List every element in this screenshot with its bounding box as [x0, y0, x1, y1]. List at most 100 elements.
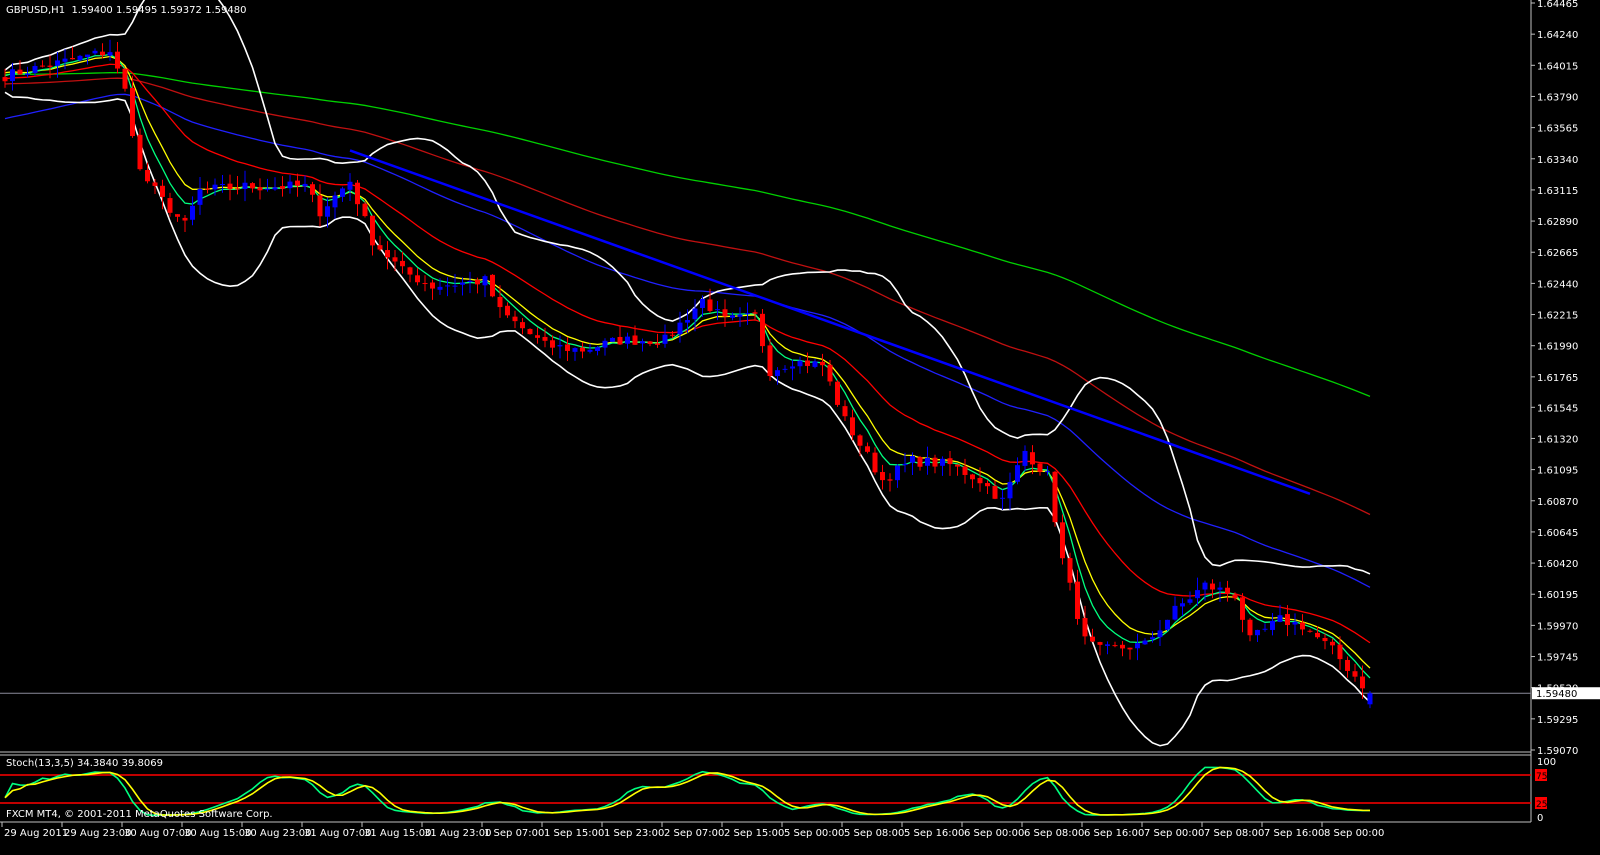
candle — [197, 177, 203, 215]
candle — [1352, 663, 1358, 682]
candle-body — [662, 334, 668, 344]
candle-body — [745, 313, 750, 315]
candle — [790, 359, 795, 381]
candle — [737, 307, 743, 327]
candle — [182, 214, 188, 233]
candle — [970, 473, 975, 489]
candle-body — [205, 188, 210, 190]
candle-body — [497, 296, 503, 308]
candle — [1367, 691, 1373, 709]
candle — [460, 277, 465, 296]
candle-body — [1292, 621, 1298, 625]
candle-body — [1067, 558, 1073, 583]
candle-body — [1247, 619, 1253, 636]
candle-body — [850, 417, 855, 436]
candle — [527, 328, 533, 335]
candle-body — [55, 60, 60, 66]
candle — [377, 235, 383, 252]
candle — [1262, 623, 1268, 632]
candle — [565, 336, 570, 361]
candle-body — [677, 322, 683, 335]
candle — [407, 266, 413, 283]
candle — [1015, 457, 1020, 485]
candle — [880, 464, 885, 490]
candle — [1322, 633, 1328, 650]
candle-body — [1360, 676, 1365, 689]
candle-body — [347, 181, 353, 190]
candle-body — [1270, 620, 1275, 630]
candle — [572, 347, 578, 361]
time-label: 7 Sep 08:00 — [1204, 828, 1264, 839]
candle-body — [1240, 597, 1245, 620]
candle — [1225, 580, 1230, 602]
candle-body — [25, 73, 30, 76]
candle-body — [1090, 636, 1095, 642]
time-label: 7 Sep 16:00 — [1264, 828, 1324, 839]
candle — [610, 337, 615, 342]
candle-body — [250, 183, 255, 189]
candle — [355, 180, 360, 216]
candle-body — [475, 279, 480, 285]
candle-body — [512, 316, 518, 322]
price-tick-label: 1.60870 — [1537, 497, 1578, 508]
candle-body — [295, 180, 300, 186]
candle — [250, 182, 255, 193]
price-chart[interactable]: 1.64465 1.64240 1.64015 1.63790 1.63565 1.633… — [0, 0, 1600, 855]
candle — [1007, 472, 1013, 511]
candle — [865, 442, 870, 454]
candle-body — [925, 457, 930, 466]
candle — [925, 446, 930, 475]
candle-body — [595, 347, 600, 351]
candle — [782, 365, 788, 373]
candle — [362, 201, 368, 218]
candle — [347, 173, 353, 201]
time-label: 31 Aug 23:00 — [424, 828, 491, 839]
candle — [1285, 605, 1290, 637]
stochastic-title: Stoch(13,3,5) 34.3840 39.8069 — [6, 758, 163, 769]
candle-body — [520, 322, 525, 329]
candle-body — [332, 195, 338, 208]
price-tick-label: 1.62890 — [1537, 217, 1578, 228]
candle — [520, 318, 525, 335]
candle-body — [767, 345, 773, 377]
price-tick-label: 1.64465 — [1537, 0, 1578, 10]
candle-body — [587, 349, 593, 352]
candle-body — [940, 458, 945, 466]
candle — [235, 175, 240, 195]
candle-body — [362, 203, 368, 217]
candle-body — [85, 54, 90, 57]
candle — [1037, 462, 1043, 476]
candle — [655, 333, 660, 348]
candle — [1180, 598, 1185, 617]
candle-body — [917, 457, 923, 467]
candle-body — [17, 69, 23, 75]
candle — [580, 342, 585, 359]
candle-body — [467, 280, 473, 282]
candle — [302, 175, 308, 192]
candle — [1097, 641, 1103, 656]
price-tick-label: 1.63115 — [1537, 186, 1578, 197]
price-tick-label: 1.59070 — [1537, 746, 1578, 757]
candle-body — [1112, 645, 1118, 647]
candle-body — [985, 483, 990, 487]
candle-body — [287, 181, 293, 189]
price-tick-label: 1.64015 — [1537, 61, 1578, 72]
candle — [1120, 640, 1125, 657]
candle-body — [1322, 637, 1328, 642]
candle — [625, 332, 630, 349]
time-label: 30 Aug 15:00 — [184, 828, 251, 839]
candle — [272, 177, 278, 191]
candle-body — [580, 347, 585, 352]
candle-body — [1165, 619, 1170, 630]
moving-average-line — [4, 53, 1371, 679]
time-label: 30 Aug 23:00 — [244, 828, 311, 839]
candle-body — [655, 343, 660, 345]
candle-body — [835, 381, 840, 405]
candle-body — [1157, 630, 1163, 638]
candle — [415, 268, 420, 286]
candle-body — [1195, 590, 1200, 599]
candle-body — [737, 314, 743, 317]
candle — [1247, 618, 1253, 642]
time-label: 2 Sep 07:00 — [664, 828, 724, 839]
candle — [895, 464, 900, 488]
